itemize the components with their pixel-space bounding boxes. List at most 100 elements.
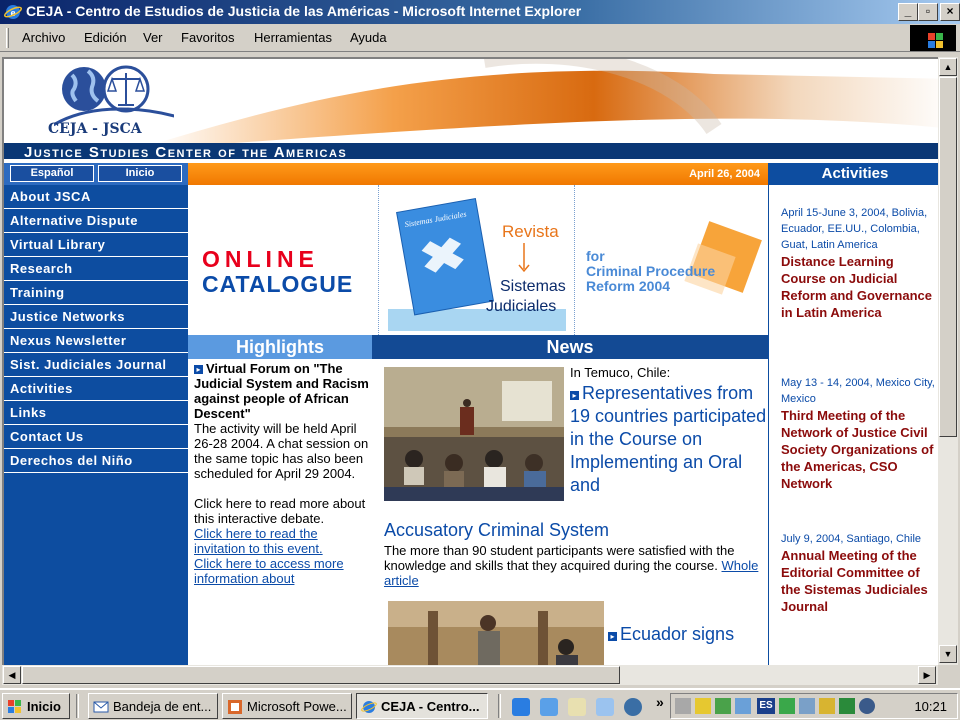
menu-bar: Archivo Edición Ver Favoritos Herramient…: [0, 24, 960, 52]
scroll-up-icon[interactable]: ▲: [939, 58, 957, 76]
outlook-inbox-icon: [93, 701, 109, 713]
toolbar-grip[interactable]: [6, 28, 9, 48]
monitor-icon[interactable]: [799, 698, 815, 714]
tray-app-icon[interactable]: [715, 698, 731, 714]
nav-derechos-del-nino[interactable]: Derechos del Niño: [4, 449, 188, 473]
nav-links[interactable]: Links: [4, 401, 188, 425]
more-info-link[interactable]: Click here to access more information ab…: [194, 556, 370, 586]
scroll-down-icon[interactable]: ▼: [939, 645, 957, 663]
current-date: April 26, 2004: [689, 168, 760, 180]
nav-virtual-library[interactable]: Virtual Library: [4, 233, 188, 257]
news-headline[interactable]: ▸ Representatives from 19 countries parti…: [570, 382, 768, 497]
nav-alternative-dispute[interactable]: Alternative Dispute: [4, 209, 188, 233]
task-powerpoint[interactable]: Microsoft Powe...: [222, 693, 352, 719]
nav-justice-networks[interactable]: Justice Networks: [4, 305, 188, 329]
language-bar: Español Inicio: [4, 163, 188, 185]
arrow-bullet-icon: ▸: [570, 391, 579, 400]
revista-label: Revista: [502, 222, 559, 241]
menu-ver[interactable]: Ver: [143, 30, 163, 45]
nav-training[interactable]: Training: [4, 281, 188, 305]
menu-favoritos[interactable]: Favoritos: [181, 30, 234, 45]
tray-app-icon[interactable]: [859, 698, 875, 714]
highlight-title[interactable]: ▸ Virtual Forum on "The Judicial System a…: [194, 361, 370, 421]
activity-title: Third Meeting of the Network of Justice …: [781, 408, 934, 491]
tray-app-icon[interactable]: [779, 698, 795, 714]
tray-app-icon[interactable]: [839, 698, 855, 714]
news-headline-2[interactable]: ▸ Ecuador signs: [608, 623, 734, 646]
sidebar-nav: About JSCA Alternative Dispute Virtual L…: [4, 185, 188, 665]
menu-edicion[interactable]: Edición: [84, 30, 127, 45]
promo-banner: ONLINE CATALOGUE Sistemas Judiciales Rev…: [188, 185, 768, 335]
highlight-body: The activity will be held April 26-28 20…: [194, 421, 369, 481]
nav-activities[interactable]: Activities: [4, 377, 188, 401]
catalogue-line-2: CATALOGUE: [202, 271, 354, 297]
start-button[interactable]: Inicio: [2, 693, 70, 719]
windows-flag-icon: [8, 700, 21, 713]
inicio-button[interactable]: Inicio: [98, 165, 182, 182]
conference-photo[interactable]: [384, 367, 564, 501]
quicklaunch-desktop-icon[interactable]: [568, 698, 586, 716]
date-bar: April 26, 2004: [188, 163, 768, 185]
activities-header: Activities: [769, 163, 938, 185]
activity-meta: July 9, 2004, Santiago, Chile: [781, 533, 922, 545]
quicklaunch-app-icon[interactable]: [596, 698, 614, 716]
nav-sist-judiciales-journal[interactable]: Sist. Judiciales Journal: [4, 353, 188, 377]
scroll-right-icon[interactable]: ▶: [918, 666, 936, 684]
volume-icon[interactable]: [675, 698, 691, 714]
logo-text: CEJA - JSCA: [48, 121, 142, 137]
site-name-bar: Justice Studies Center of the Americas: [4, 143, 938, 159]
ecuador-photo[interactable]: [388, 601, 604, 665]
minimize-button[interactable]: _: [898, 3, 918, 21]
highlight-more: Click here to read more about this inter…: [194, 496, 366, 526]
horizontal-scroll-thumb[interactable]: [22, 666, 620, 684]
task-bandeja[interactable]: Bandeja de ent...: [88, 693, 218, 719]
criminal-procedure-reform-link[interactable]: for Criminal Procedure Reform 2004: [586, 249, 715, 294]
taskbar-chevron-icon[interactable]: »: [656, 694, 664, 710]
close-button[interactable]: ×: [940, 3, 960, 21]
menu-archivo[interactable]: Archivo: [22, 30, 65, 45]
nav-nexus-newsletter[interactable]: Nexus Newsletter: [4, 329, 188, 353]
nav-about-jsca[interactable]: About JSCA: [4, 185, 188, 209]
vertical-scroll-thumb[interactable]: [939, 77, 957, 437]
activity-meta: April 15-June 3, 2004, Bolivia, Ecuador,…: [781, 207, 928, 251]
tray-app-icon[interactable]: [735, 698, 751, 714]
site-name: Justice Studies Center of the Americas: [24, 144, 348, 159]
page-content: CEJA - JSCA Justice Studies Center of th…: [2, 57, 938, 665]
activity-title: Distance Learning Course on Judicial Ref…: [781, 254, 932, 320]
powerpoint-icon: [228, 700, 242, 714]
vertical-scrollbar[interactable]: ▲ ▼: [938, 57, 958, 665]
espanol-button[interactable]: Español: [10, 165, 94, 182]
quicklaunch-outlook-icon[interactable]: [540, 698, 558, 716]
divider: [378, 185, 379, 335]
horizontal-scrollbar[interactable]: ◀ ▶: [2, 665, 938, 685]
activity-item[interactable]: July 9, 2004, Santiago, Chile Annual Mee…: [781, 531, 937, 615]
highlights-header: Highlights: [188, 335, 372, 359]
news-section: In Temuco, Chile: ▸ Representatives from …: [376, 361, 768, 665]
taskbar: Inicio Bandeja de ent... Microsoft Powe.…: [0, 688, 960, 720]
scroll-left-icon[interactable]: ◀: [3, 666, 21, 684]
online-catalogue-link[interactable]: ONLINE CATALOGUE: [202, 247, 353, 297]
quicklaunch-ie-icon[interactable]: [512, 698, 530, 716]
activity-item[interactable]: April 15-June 3, 2004, Bolivia, Ecuador,…: [781, 205, 937, 321]
activities-panel: Activities April 15-June 3, 2004, Bolivi…: [768, 163, 938, 665]
internet-explorer-icon: [361, 701, 377, 713]
invitation-link[interactable]: Click here to read the invitation to thi…: [194, 526, 370, 556]
news-headline-continued[interactable]: Accusatory Criminal System: [384, 519, 768, 541]
window-title: CEJA - Centro de Estudios de Justicia de…: [26, 3, 582, 19]
language-indicator[interactable]: ES: [757, 698, 775, 714]
sistemas-judiciales-magazine[interactable]: Sistemas Judiciales Revista Sistemas Jud…: [388, 191, 568, 333]
tray-app-icon[interactable]: [819, 698, 835, 714]
nav-contact-us[interactable]: Contact Us: [4, 425, 188, 449]
quicklaunch-help-icon[interactable]: [624, 698, 642, 716]
menu-ayuda[interactable]: Ayuda: [350, 30, 387, 45]
arrow-bullet-icon: ▸: [608, 632, 617, 641]
news-location: In Temuco, Chile:: [570, 365, 671, 380]
divider: [574, 185, 575, 335]
menu-herramientas[interactable]: Herramientas: [254, 30, 332, 45]
maximize-button[interactable]: ▫: [918, 3, 938, 21]
windows-logo-icon: [910, 25, 956, 51]
network-icon[interactable]: [695, 698, 711, 714]
nav-research[interactable]: Research: [4, 257, 188, 281]
task-ceja-browser[interactable]: CEJA - Centro...: [356, 693, 488, 719]
activity-item[interactable]: May 13 - 14, 2004, Mexico City, Mexico T…: [781, 375, 937, 492]
